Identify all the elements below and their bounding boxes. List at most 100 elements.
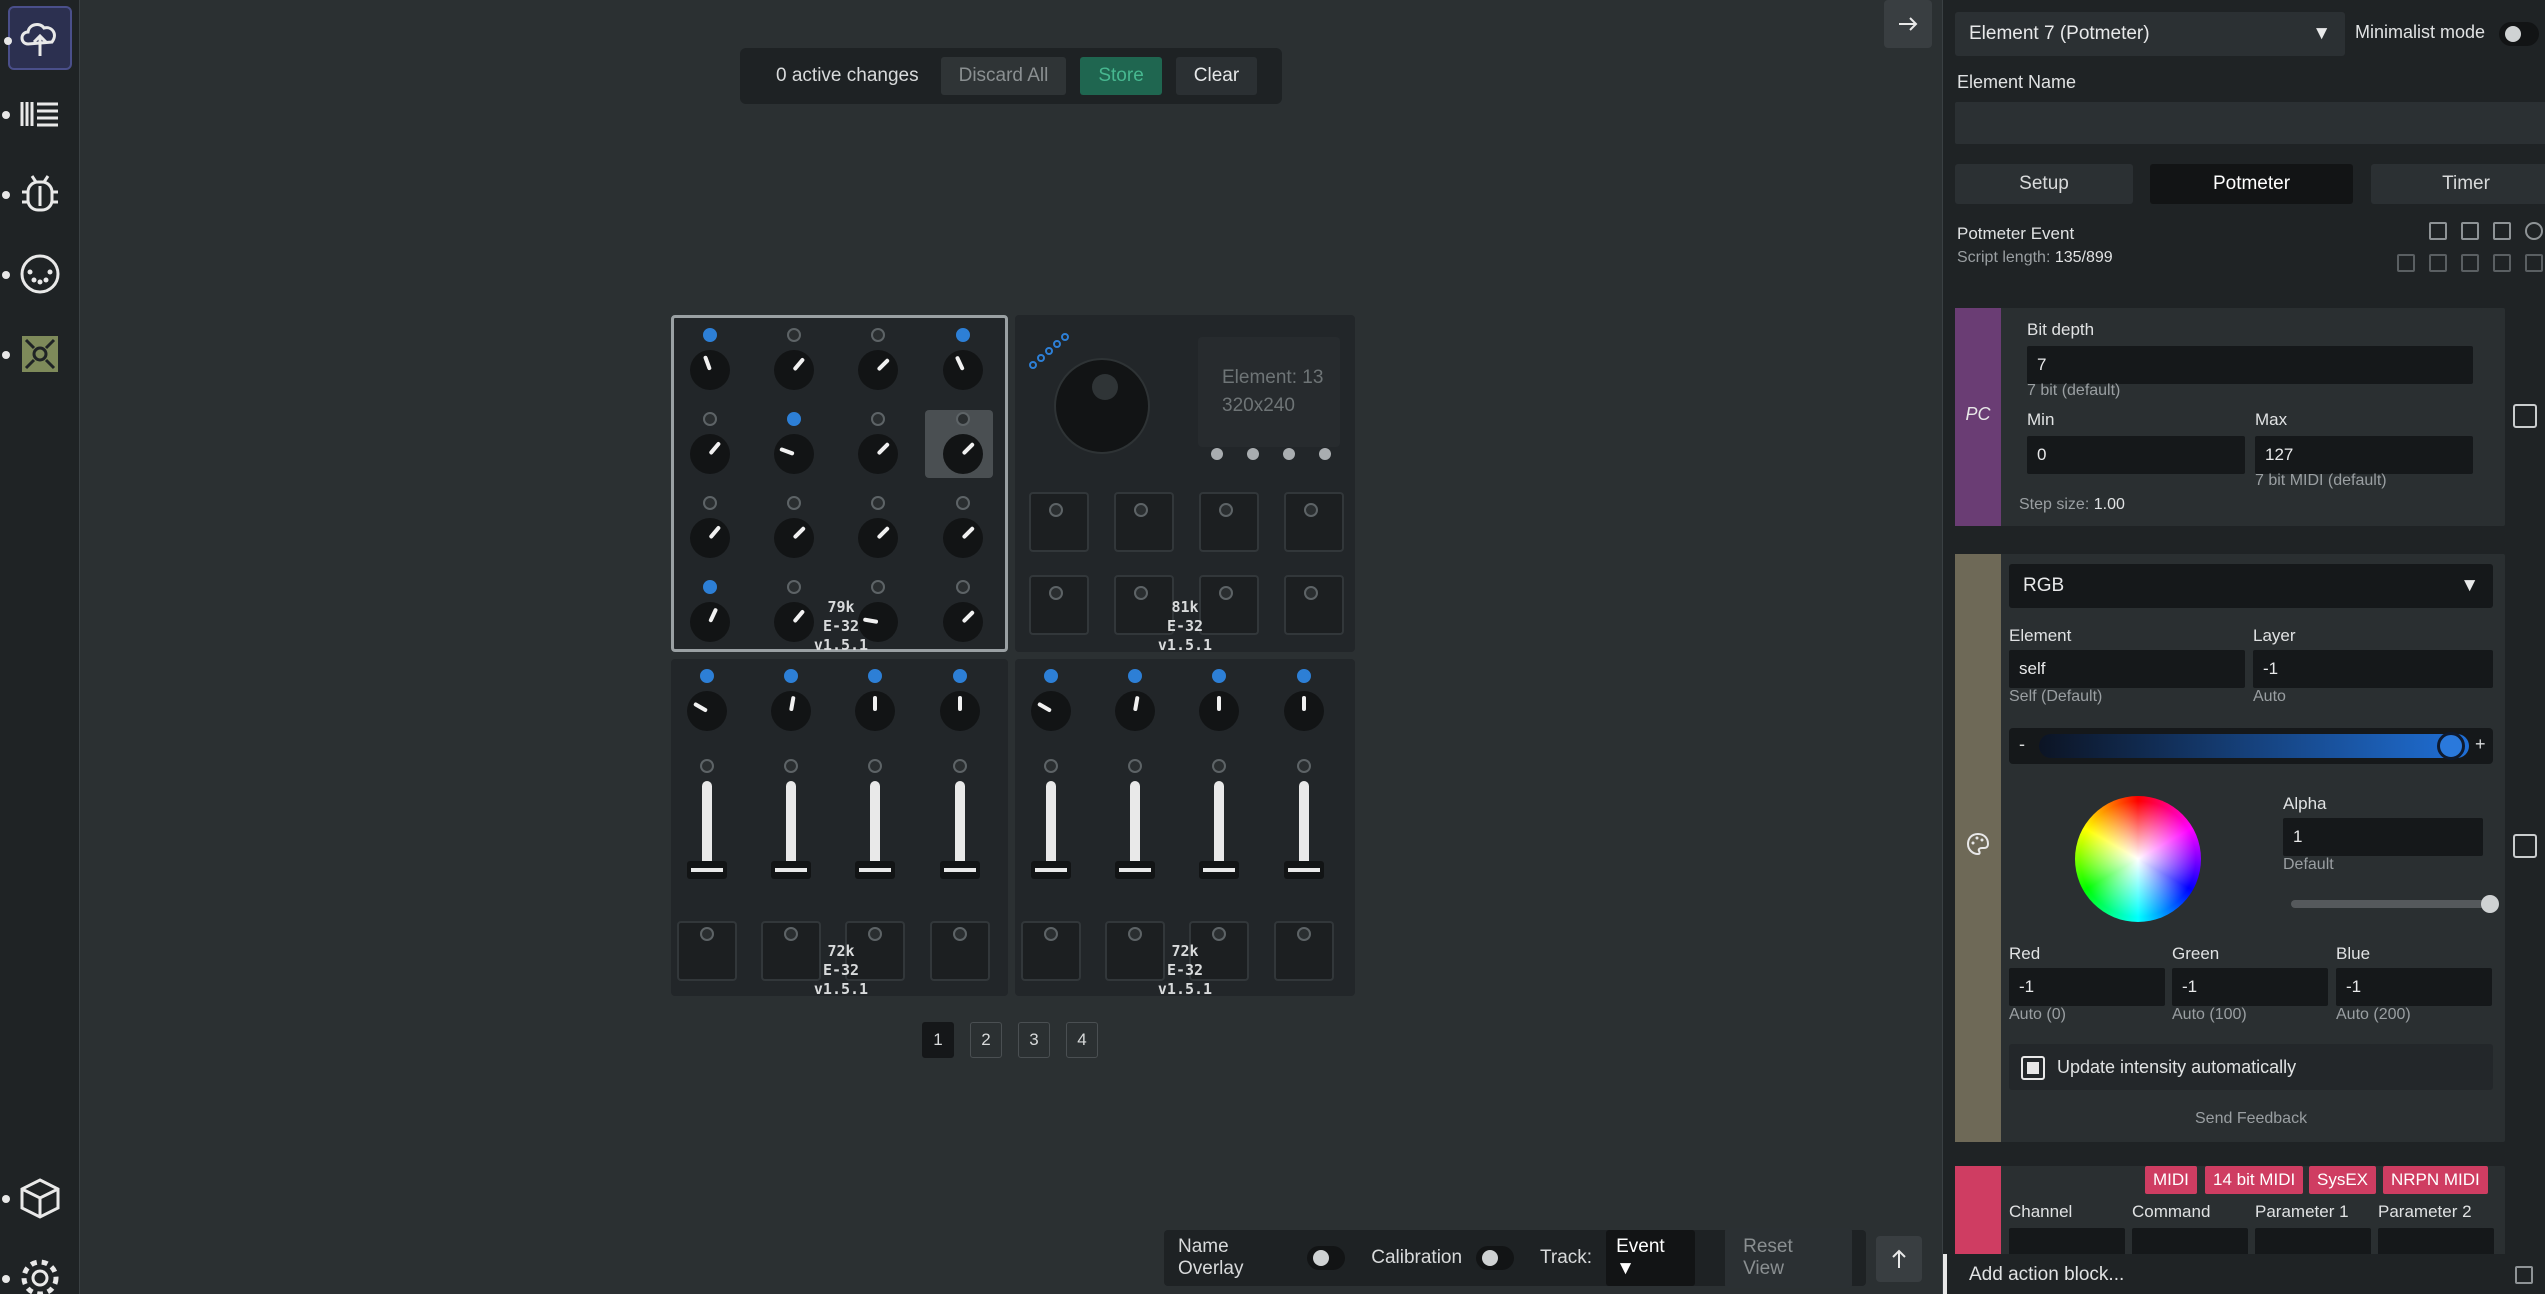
- collapse-panel-button[interactable]: [1884, 0, 1932, 48]
- element-name-input[interactable]: [1955, 102, 2545, 144]
- potentiometer-knob[interactable]: [858, 350, 898, 390]
- potentiometer-knob[interactable]: [940, 691, 980, 731]
- external-link-icon[interactable]: [2515, 1266, 2533, 1284]
- element-field-input[interactable]: self: [2009, 650, 2245, 688]
- potentiometer-knob[interactable]: [690, 518, 730, 558]
- button-pad[interactable]: [1284, 575, 1344, 635]
- duplicate-icon[interactable]: [2461, 222, 2479, 240]
- button-pad[interactable]: [1114, 492, 1174, 552]
- store-button[interactable]: Store: [1080, 57, 1162, 95]
- select-block-checkbox[interactable]: [2513, 404, 2537, 428]
- minimalist-mode-toggle[interactable]: [2499, 22, 2539, 46]
- trash-icon[interactable]: [2525, 254, 2543, 272]
- led-mode-select[interactable]: RGB ▼: [2009, 564, 2493, 608]
- potentiometer-knob[interactable]: [690, 434, 730, 474]
- intensity-increase[interactable]: +: [2475, 734, 2486, 755]
- scroll-up-button[interactable]: [1876, 1236, 1922, 1282]
- potentiometer-knob[interactable]: [774, 434, 814, 474]
- tab-setup[interactable]: Setup: [1955, 164, 2133, 204]
- nav-package-manager[interactable]: [2, 322, 72, 386]
- potentiometer-knob[interactable]: [774, 518, 814, 558]
- track-select[interactable]: Event ▼: [1606, 1230, 1696, 1286]
- potentiometer-knob[interactable]: [943, 518, 983, 558]
- potentiometer-knob[interactable]: [943, 602, 983, 642]
- potentiometer-knob[interactable]: [774, 350, 814, 390]
- red-input[interactable]: -1: [2009, 968, 2165, 1006]
- potentiometer-knob[interactable]: [690, 350, 730, 390]
- endless-encoder[interactable]: [1054, 358, 1150, 454]
- potentiometer-knob[interactable]: [690, 602, 730, 642]
- potentiometer-knob[interactable]: [771, 691, 811, 731]
- copy-icon[interactable]: [2429, 222, 2447, 240]
- max-input[interactable]: 127: [2255, 436, 2473, 474]
- block-side-pc[interactable]: PC: [1955, 308, 2001, 526]
- page-button-1[interactable]: 1: [922, 1022, 954, 1058]
- fader-handle[interactable]: [940, 861, 980, 879]
- alpha-slider[interactable]: [2291, 895, 2499, 913]
- discard-all-button[interactable]: Discard All: [940, 57, 1067, 95]
- green-input[interactable]: -1: [2172, 968, 2328, 1006]
- send-feedback-link[interactable]: Send Feedback: [2195, 1110, 2307, 1128]
- fader-handle[interactable]: [687, 861, 727, 879]
- fader-handle[interactable]: [1284, 861, 1324, 879]
- intensity-slider[interactable]: - +: [2009, 728, 2493, 764]
- min-input[interactable]: 0: [2027, 436, 2245, 474]
- midi-tag[interactable]: MIDI: [2145, 1166, 2197, 1194]
- potentiometer-knob[interactable]: [855, 691, 895, 731]
- nav-cloud-upload[interactable]: [4, 6, 72, 70]
- fader-handle[interactable]: [1199, 861, 1239, 879]
- fader-handle[interactable]: [771, 861, 811, 879]
- potentiometer-knob[interactable]: [1284, 691, 1324, 731]
- intensity-handle[interactable]: [2437, 732, 2465, 760]
- merge-icon[interactable]: [2493, 254, 2511, 272]
- button-pad[interactable]: [1199, 492, 1259, 552]
- element-select[interactable]: Element 7 (Potmeter) ▼: [1955, 12, 2345, 56]
- reset-view-button[interactable]: Reset View: [1725, 1228, 1852, 1288]
- nav-preferences[interactable]: [2, 1246, 72, 1294]
- select-block-checkbox[interactable]: [2513, 834, 2537, 858]
- potentiometer-knob[interactable]: [687, 691, 727, 731]
- block-side-led[interactable]: [1955, 554, 2001, 1142]
- nav-midi-monitor[interactable]: [2, 242, 72, 306]
- potentiometer-knob[interactable]: [943, 434, 983, 474]
- sysex-tag[interactable]: SysEX: [2309, 1166, 2377, 1194]
- color-wheel[interactable]: [2075, 796, 2201, 922]
- alpha-slider-handle[interactable]: [2481, 895, 2499, 913]
- calibration-toggle[interactable]: [1476, 1246, 1515, 1270]
- add-action-button[interactable]: Add action block...: [1969, 1264, 2124, 1286]
- copy-block-icon[interactable]: [2397, 254, 2415, 272]
- potentiometer-knob[interactable]: [943, 350, 983, 390]
- bit-depth-input[interactable]: 7: [2027, 346, 2473, 384]
- name-overlay-toggle[interactable]: [1307, 1246, 1346, 1270]
- tab-timer[interactable]: Timer: [2371, 164, 2545, 204]
- nrpn-tag[interactable]: NRPN MIDI: [2383, 1166, 2488, 1194]
- midi14-tag[interactable]: 14 bit MIDI: [2205, 1166, 2304, 1194]
- potentiometer-knob[interactable]: [858, 518, 898, 558]
- potentiometer-knob[interactable]: [858, 434, 898, 474]
- fader-handle[interactable]: [855, 861, 895, 879]
- potentiometer-knob[interactable]: [1199, 691, 1239, 731]
- potentiometer-knob[interactable]: [1115, 691, 1155, 731]
- cut-icon[interactable]: [2461, 254, 2479, 272]
- layer-input[interactable]: -1: [2253, 650, 2493, 688]
- button-pad[interactable]: [1029, 575, 1089, 635]
- blue-input[interactable]: -1: [2336, 968, 2492, 1006]
- clear-button[interactable]: Clear: [1175, 57, 1258, 95]
- button-pad[interactable]: [1029, 492, 1089, 552]
- fader-handle[interactable]: [1031, 861, 1071, 879]
- nav-profile-cloud[interactable]: [2, 1166, 72, 1230]
- potentiometer-knob[interactable]: [1031, 691, 1071, 731]
- button-pad[interactable]: [1284, 492, 1344, 552]
- page-button-3[interactable]: 3: [1018, 1022, 1050, 1058]
- nav-debugger[interactable]: [2, 162, 72, 226]
- update-intensity-row[interactable]: Update intensity automatically: [2009, 1044, 2493, 1090]
- paste-icon[interactable]: [2429, 254, 2447, 272]
- update-intensity-checkbox[interactable]: [2021, 1056, 2045, 1080]
- fader-handle[interactable]: [1115, 861, 1155, 879]
- edit-icon[interactable]: [2493, 222, 2511, 240]
- page-button-2[interactable]: 2: [970, 1022, 1002, 1058]
- page-button-4[interactable]: 4: [1066, 1022, 1098, 1058]
- tab-potmeter[interactable]: Potmeter: [2150, 164, 2353, 204]
- nav-presets[interactable]: [2, 82, 72, 146]
- alpha-input[interactable]: 1: [2283, 818, 2483, 856]
